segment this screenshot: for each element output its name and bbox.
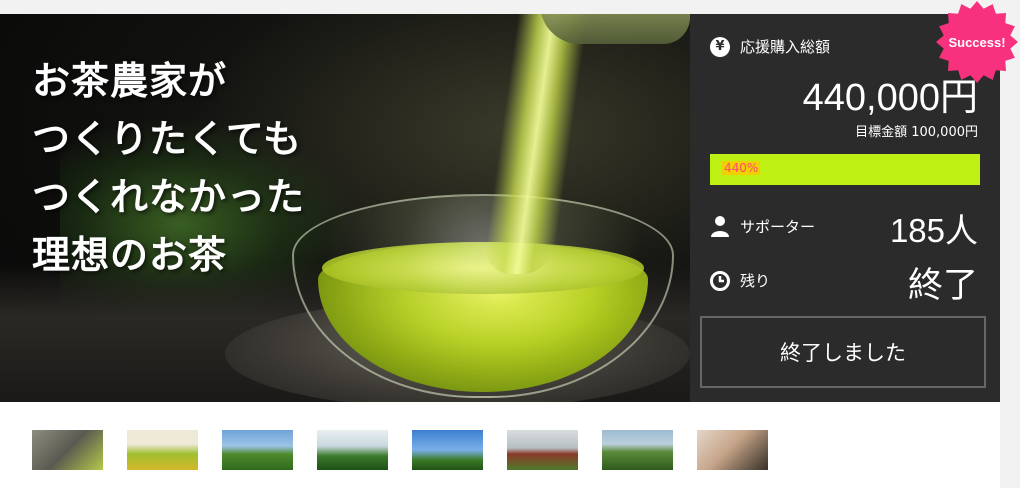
total-label: 応援購入総額 bbox=[740, 38, 831, 56]
thumbnail[interactable] bbox=[317, 430, 388, 470]
yen-circle-icon: ¥ bbox=[710, 36, 730, 57]
top-strip bbox=[0, 0, 1000, 14]
thumbnail[interactable] bbox=[507, 430, 578, 470]
remaining-label: 残り bbox=[740, 272, 771, 290]
teapot-spout bbox=[540, 14, 690, 44]
progress-bar: 440% bbox=[710, 154, 980, 185]
person-icon bbox=[711, 216, 729, 237]
remaining-row: 残り bbox=[710, 270, 770, 291]
thumbnail[interactable] bbox=[602, 430, 673, 470]
clock-icon bbox=[710, 270, 730, 291]
hero-image: お茶農家が つくりたくても つくれなかった 理想のお茶 bbox=[0, 14, 690, 402]
headline-line: 理想のお茶 bbox=[32, 233, 228, 277]
thumbnail[interactable] bbox=[127, 430, 198, 470]
headline-line: つくれなかった bbox=[32, 175, 306, 219]
hero-headline: お茶農家が つくりたくても つくれなかった 理想のお茶 bbox=[32, 52, 305, 284]
thumbnail[interactable] bbox=[222, 430, 293, 470]
ended-button[interactable]: 終了しました bbox=[700, 316, 986, 388]
thumbnail-strip bbox=[0, 402, 1000, 488]
thumbnail[interactable] bbox=[697, 430, 768, 470]
target-amount: 目標金額 100,000円 bbox=[855, 125, 978, 140]
progress-percent: 440% bbox=[722, 161, 761, 175]
headline-line: つくりたくても bbox=[32, 117, 302, 161]
thumbnail[interactable] bbox=[32, 430, 103, 470]
headline-line: お茶農家が bbox=[32, 59, 228, 103]
supporters-value: 185人 bbox=[889, 212, 978, 249]
supporters-label: サポーター bbox=[740, 217, 816, 236]
thumbnail[interactable] bbox=[412, 430, 483, 470]
success-label: Success! bbox=[948, 34, 1006, 50]
success-badge: Success! bbox=[935, 0, 1019, 84]
total-row: ¥ 応援購入総額 bbox=[710, 36, 830, 57]
remaining-value: 終了 bbox=[907, 266, 978, 305]
supporters-row: サポーター bbox=[710, 215, 815, 237]
